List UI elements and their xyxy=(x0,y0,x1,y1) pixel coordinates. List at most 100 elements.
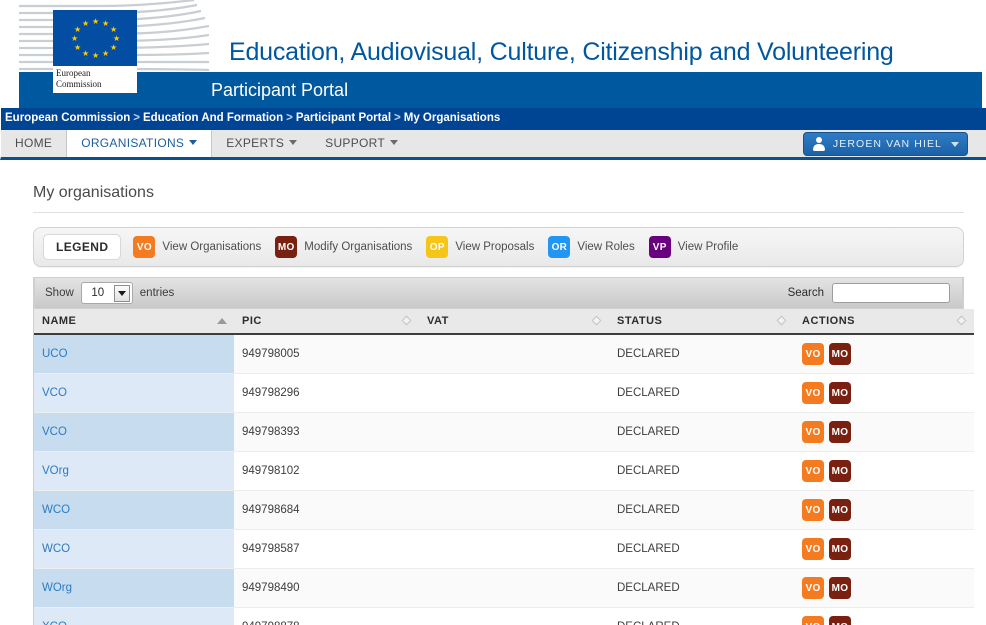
action-badge-vo[interactable]: VO xyxy=(802,577,824,599)
header-blue-bar xyxy=(19,72,982,108)
breadcrumb: European Commission > Education And Format… xyxy=(0,108,986,130)
search-control: Search xyxy=(788,283,950,303)
cell-pic: 949798490 xyxy=(234,568,419,608)
action-badge-mo[interactable]: MO xyxy=(829,421,851,443)
table-controls: Show 10 entries Search xyxy=(34,277,963,309)
organisation-link[interactable]: WCO xyxy=(42,543,70,555)
table-row: XCO 949798878 DECLARED VO MO xyxy=(34,607,974,625)
user-menu[interactable]: JEROEN VAN HIEL xyxy=(802,132,968,156)
table-body: UCO 949798005 DECLARED VO MO VCO 949798296 DECL… xyxy=(34,334,974,625)
action-badge-vo[interactable]: VO xyxy=(802,421,824,443)
participant-portal-page: ★ ★ ★ ★ ★ ★ ★ ★ ★ ★ ★ ★ European Commiss… xyxy=(0,0,986,625)
column-header-label: STATUS xyxy=(617,315,663,327)
cell-status: DECLARED xyxy=(609,607,794,625)
cell-status: DECLARED xyxy=(609,490,794,530)
column-header-name[interactable]: NAME xyxy=(34,309,234,335)
cell-pic: 949798296 xyxy=(234,373,419,413)
sort-neutral-icon xyxy=(401,315,412,326)
action-badge-vo[interactable]: VO xyxy=(802,616,824,625)
cell-vat xyxy=(419,607,609,625)
column-header-status[interactable]: STATUS xyxy=(609,309,794,335)
breadcrumb-item[interactable]: Education And Formation xyxy=(143,112,283,124)
action-badge-vo[interactable]: VO xyxy=(802,382,824,404)
action-badge-mo[interactable]: MO xyxy=(829,577,851,599)
organisation-link[interactable]: UCO xyxy=(42,348,68,360)
action-badge-mo[interactable]: MO xyxy=(829,616,851,625)
organisation-link[interactable]: VOrg xyxy=(42,465,69,477)
action-badge-vo[interactable]: VO xyxy=(802,499,824,521)
cell-vat xyxy=(419,373,609,413)
breadcrumb-separator: > xyxy=(133,112,140,124)
entries-per-page-select[interactable]: 10 xyxy=(80,282,133,304)
legend-badge-mo: MO xyxy=(275,236,298,258)
page-title: My organisations xyxy=(33,184,964,213)
sort-neutral-icon xyxy=(776,315,787,326)
nav-tab-label: ORGANISATIONS xyxy=(81,136,185,150)
main-navigation: HOME ORGANISATIONS EXPERTS SUPPORT JEROEN V… xyxy=(0,130,986,160)
cell-vat xyxy=(419,568,609,608)
action-badge-vo[interactable]: VO xyxy=(802,343,824,365)
cell-status: DECLARED xyxy=(609,334,794,374)
legend-title: LEGEND xyxy=(43,234,122,260)
cell-pic: 949798393 xyxy=(234,412,419,452)
nav-tab-label: EXPERTS xyxy=(226,136,285,150)
chevron-down-icon xyxy=(289,140,298,145)
action-badge-mo[interactable]: MO xyxy=(829,343,851,365)
action-badge-vo[interactable]: VO xyxy=(802,460,824,482)
cell-name: UCO xyxy=(34,334,234,374)
cell-name: WOrg xyxy=(34,568,234,608)
cell-actions: VOMO xyxy=(794,451,974,491)
nav-tab-label: SUPPORT xyxy=(325,136,386,150)
cell-status: DECLARED xyxy=(609,451,794,491)
table-header-row: NAME PIC VAT STATUS ACTIONS xyxy=(34,309,974,335)
cell-actions: VOMO xyxy=(794,334,974,374)
action-badge-mo[interactable]: MO xyxy=(829,382,851,404)
sort-neutral-icon xyxy=(591,315,602,326)
cell-vat xyxy=(419,334,609,374)
cell-vat xyxy=(419,490,609,530)
cell-pic: 949798005 xyxy=(234,334,419,374)
action-badge-mo[interactable]: MO xyxy=(829,460,851,482)
breadcrumb-item[interactable]: Participant Portal xyxy=(296,112,391,124)
action-badge-vo[interactable]: VO xyxy=(802,538,824,560)
organisation-link[interactable]: VCO xyxy=(42,387,67,399)
legend-label-mo: Modify Organisations xyxy=(304,241,413,253)
cell-vat xyxy=(419,451,609,491)
cell-pic: 949798878 xyxy=(234,607,419,625)
site-header: ★ ★ ★ ★ ★ ★ ★ ★ ★ ★ ★ ★ European Commiss… xyxy=(0,0,986,108)
european-commission-logo: ★ ★ ★ ★ ★ ★ ★ ★ ★ ★ ★ ★ European Commiss… xyxy=(53,10,137,100)
nav-tab-experts[interactable]: EXPERTS xyxy=(212,130,311,157)
breadcrumb-separator: > xyxy=(394,112,401,124)
nav-tab-support[interactable]: SUPPORT xyxy=(311,130,412,157)
action-badge-mo[interactable]: MO xyxy=(829,499,851,521)
legend-label-vp: View Profile xyxy=(677,241,739,253)
table-row: UCO 949798005 DECLARED VO MO xyxy=(34,334,974,374)
organisation-link[interactable]: WOrg xyxy=(42,582,72,594)
organisation-link[interactable]: VCO xyxy=(42,426,67,438)
cell-vat xyxy=(419,529,609,569)
cell-name: VOrg xyxy=(34,451,234,491)
search-input[interactable] xyxy=(832,283,950,303)
breadcrumb-item[interactable]: My Organisations xyxy=(404,112,501,124)
nav-tab-organisations[interactable]: ORGANISATIONS xyxy=(66,130,213,157)
chevron-down-icon[interactable] xyxy=(113,284,130,302)
column-header-actions[interactable]: ACTIONS xyxy=(794,309,974,335)
show-label: Show xyxy=(45,287,74,299)
breadcrumb-separator: > xyxy=(286,112,293,124)
chevron-down-icon xyxy=(390,140,399,145)
table-row: WCO 949798684 DECLARED VO MO xyxy=(34,490,974,530)
show-entries-control: Show 10 entries xyxy=(45,282,174,304)
column-header-pic[interactable]: PIC xyxy=(234,309,419,335)
breadcrumb-item[interactable]: European Commission xyxy=(5,112,130,124)
cell-actions: VOMO xyxy=(794,373,974,413)
main-content: My organisations LEGEND VO View Organisat… xyxy=(0,160,986,625)
entries-label: entries xyxy=(139,287,175,299)
legend-bar: LEGEND VO View Organisations MO Modify Orga… xyxy=(33,227,964,267)
column-header-vat[interactable]: VAT xyxy=(419,309,609,335)
cell-pic: 949798587 xyxy=(234,529,419,569)
action-badge-mo[interactable]: MO xyxy=(829,538,851,560)
organisation-link[interactable]: XCO xyxy=(42,621,67,625)
organisation-link[interactable]: WCO xyxy=(42,504,70,516)
nav-tab-home[interactable]: HOME xyxy=(1,130,66,157)
table-row: WOrg 949798490 DECLARED VO MO xyxy=(34,568,974,608)
